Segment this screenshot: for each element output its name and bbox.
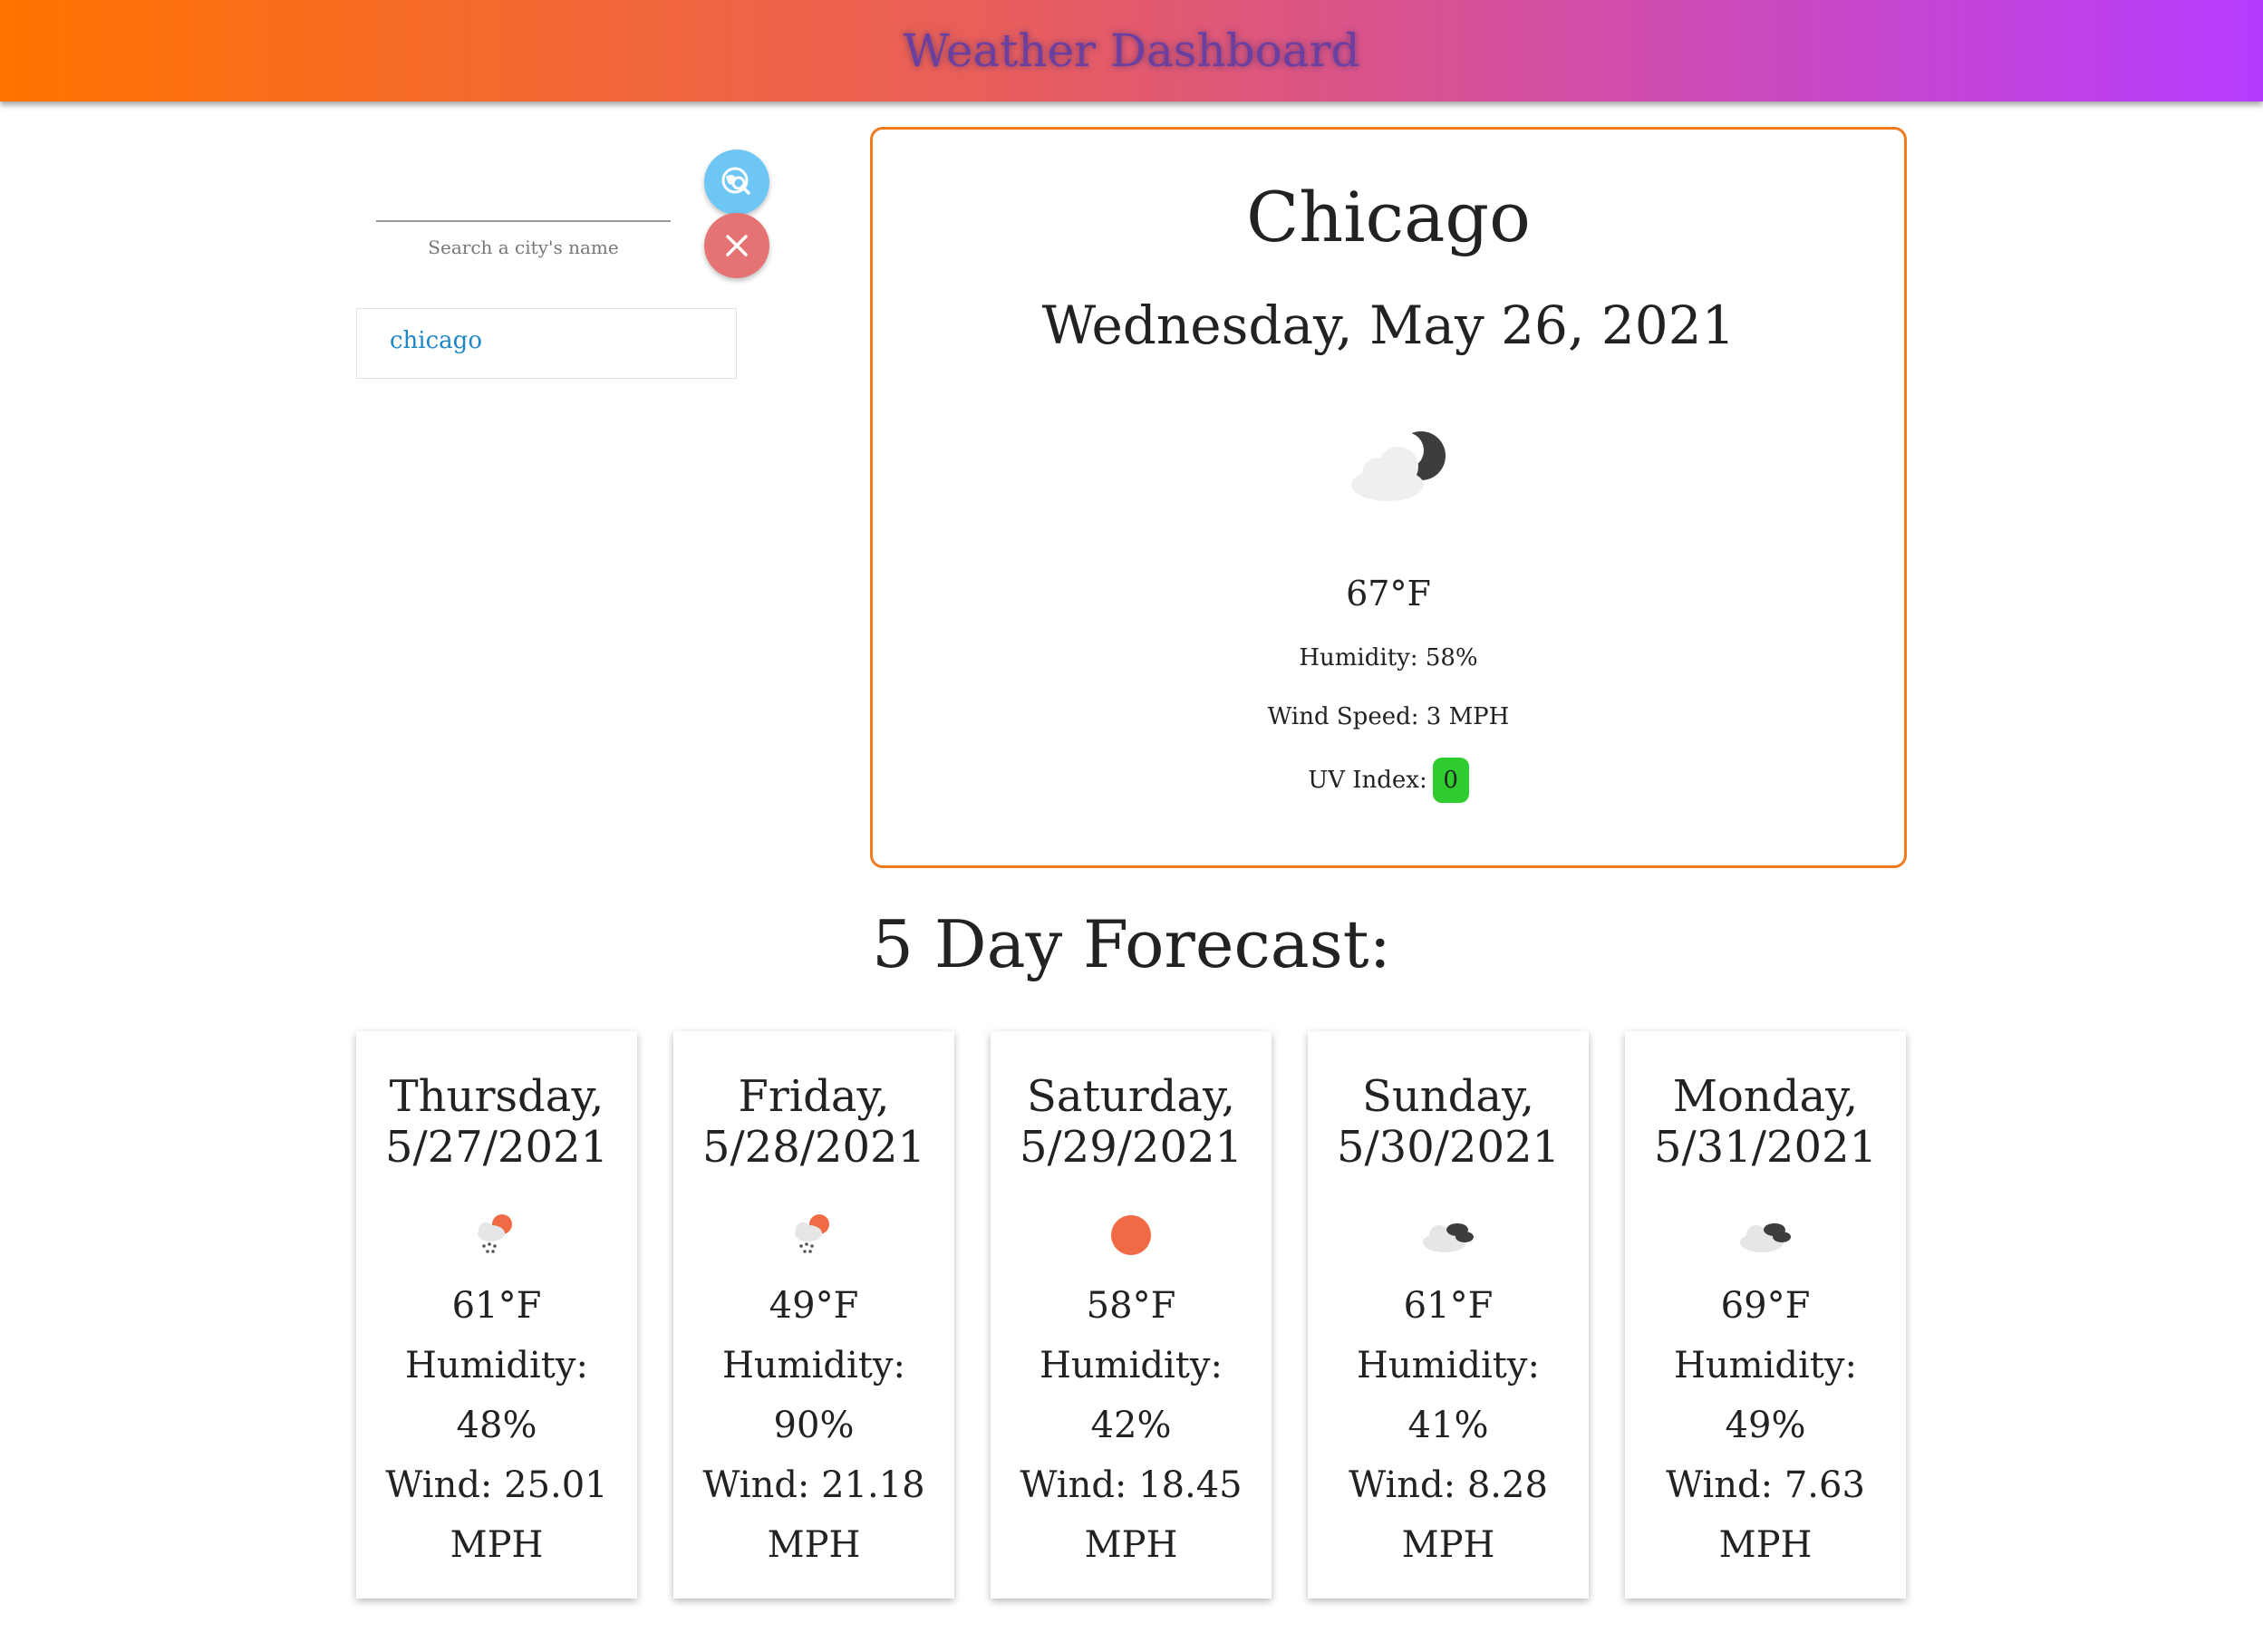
forecast-temperature: 49°F [769, 1285, 859, 1327]
city-search-input[interactable] [376, 186, 674, 220]
forecast-humidity-label: Humidity: [405, 1345, 588, 1386]
forecast-weekday: Monday, [1672, 1071, 1859, 1122]
forecast-date-value: 5/27/2021 [384, 1122, 609, 1173]
forecast-temperature: 61°F [1403, 1285, 1494, 1327]
forecast-date: Friday, 5/28/2021 [673, 1071, 954, 1173]
forecast-weekday: Thursday, [389, 1071, 604, 1122]
search-panel: Search a city's name [358, 150, 775, 295]
forecast-wind-unit: MPH [1084, 1524, 1178, 1566]
current-wind-speed: Wind Speed: 3 MPH [1267, 703, 1510, 730]
forecast-humidity-label: Humidity: [722, 1345, 905, 1386]
forecast-humidity: 48% [456, 1405, 537, 1446]
current-weather-card: Chicago Wednesday, May 26, 2021 67°F Hum… [870, 127, 1907, 868]
forecast-card: Monday, 5/31/2021 69°F Humidity: 49% Win… [1625, 1031, 1906, 1599]
forecast-temperature: 61°F [451, 1285, 542, 1327]
search-input-label: Search a city's name [428, 237, 619, 258]
forecast-wind: Wind: 25.01 [385, 1464, 608, 1506]
forecast-wind: Wind: 8.28 [1349, 1464, 1548, 1506]
forecast-date: Thursday, 5/27/2021 [356, 1071, 637, 1173]
forecast-wind-unit: MPH [1718, 1524, 1813, 1566]
current-temperature: 67°F [1346, 574, 1431, 613]
forecast-card: Friday, 5/28/2021 49°F Humidity: 90% Win… [673, 1031, 954, 1599]
globe-search-icon [721, 167, 750, 195]
forecast-weekday: Saturday, [1027, 1071, 1235, 1122]
forecast-humidity-label: Humidity: [1674, 1345, 1857, 1386]
forecast-date-value: 5/29/2021 [1019, 1122, 1243, 1173]
uv-index-label: UV Index: [1308, 767, 1427, 794]
search-history-list: chicago [356, 308, 737, 379]
forecast-date: Monday, 5/31/2021 [1625, 1071, 1906, 1173]
forecast-date: Sunday, 5/30/2021 [1308, 1071, 1589, 1173]
forecast-temperature: 58°F [1086, 1285, 1176, 1327]
forecast-wind: Wind: 21.18 [702, 1464, 925, 1506]
forecast-weekday: Sunday, [1361, 1071, 1535, 1122]
forecast-date-value: 5/30/2021 [1336, 1122, 1561, 1173]
current-humidity: Humidity: 58% [1299, 644, 1478, 671]
broken-clouds-icon [1740, 1223, 1791, 1252]
app-title: Weather Dashboard [903, 24, 1360, 77]
current-uv-index: UV Index: 0 [873, 758, 1904, 803]
search-input-underline [376, 220, 671, 222]
forecast-title: 5 Day Forecast: [872, 906, 1391, 982]
cloud-night-icon [1351, 431, 1446, 501]
forecast-wind-unit: MPH [767, 1524, 861, 1566]
forecast-date-value: 5/31/2021 [1653, 1122, 1878, 1173]
forecast-wind-unit: MPH [1401, 1524, 1495, 1566]
current-date: Wednesday, May 26, 2021 [1041, 295, 1736, 356]
forecast-weekday: Friday, [738, 1071, 890, 1122]
clear-button[interactable] [704, 213, 769, 278]
forecast-date: Saturday, 5/29/2021 [991, 1071, 1272, 1173]
forecast-card: Saturday, 5/29/2021 58°F Humidity: 42% W… [991, 1031, 1272, 1599]
rain-sun-icon [478, 1214, 512, 1253]
forecast-wind: Wind: 18.45 [1020, 1464, 1243, 1506]
forecast-humidity: 90% [773, 1405, 855, 1446]
forecast-humidity-label: Humidity: [1357, 1345, 1540, 1386]
close-icon [726, 235, 748, 256]
forecast-humidity: 49% [1725, 1405, 1806, 1446]
app-header: Weather Dashboard [0, 0, 2263, 101]
forecast-card: Sunday, 5/30/2021 61°F Humidity: 41% Win… [1308, 1031, 1589, 1599]
history-item-chicago[interactable]: chicago [390, 327, 482, 354]
sun-icon [1111, 1215, 1151, 1255]
forecast-humidity-label: Humidity: [1040, 1345, 1223, 1386]
search-button[interactable] [704, 150, 769, 215]
forecast-temperature: 69°F [1720, 1285, 1811, 1327]
rain-sun-icon [795, 1214, 829, 1253]
forecast-humidity: 41% [1407, 1405, 1489, 1446]
forecast-wind-unit: MPH [450, 1524, 544, 1566]
forecast-humidity: 42% [1090, 1405, 1172, 1446]
city-name: Chicago [1246, 177, 1531, 257]
forecast-row: Thursday, 5/27/2021 61°F Humidity: 48% W… [356, 1031, 1908, 1599]
forecast-card: Thursday, 5/27/2021 61°F Humidity: 48% W… [356, 1031, 637, 1599]
broken-clouds-icon [1423, 1223, 1474, 1252]
uv-index-badge: 0 [1432, 758, 1469, 803]
forecast-date-value: 5/28/2021 [701, 1122, 926, 1173]
forecast-wind: Wind: 7.63 [1666, 1464, 1865, 1506]
